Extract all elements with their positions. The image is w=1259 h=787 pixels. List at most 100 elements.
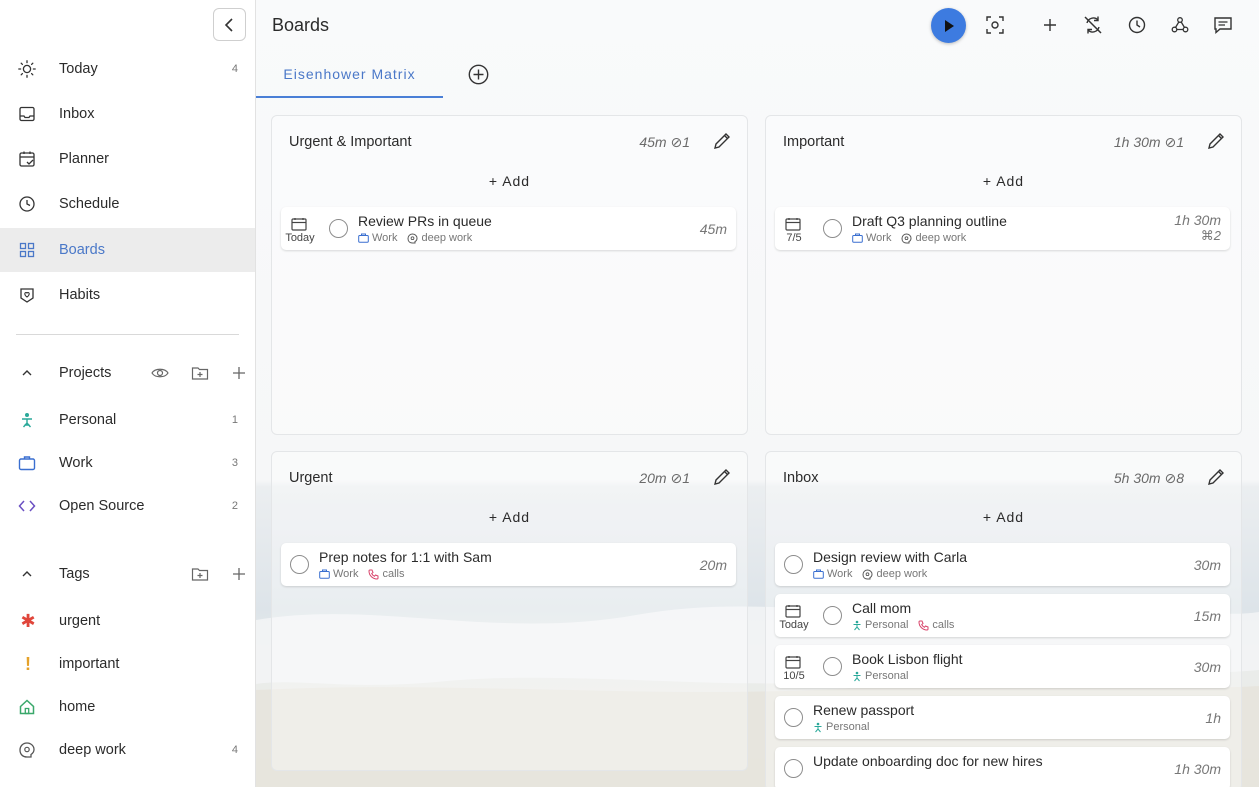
calendar-icon (785, 656, 801, 669)
task-date: 10/5 (783, 670, 805, 682)
task-checkbox[interactable] (329, 219, 348, 238)
tag-label: important (59, 656, 120, 672)
task-checkbox[interactable] (784, 555, 803, 574)
task-card[interactable]: Today Review PRs in queue Work deep work… (281, 207, 736, 250)
tag-home[interactable]: home (0, 685, 255, 729)
task-card[interactable]: Design review with Carla Work deep work … (775, 543, 1230, 586)
tag-deep-work[interactable]: deep work 4 (0, 728, 255, 772)
task-duration: 1h 30m (1174, 212, 1221, 228)
project-work[interactable]: Work 3 (0, 441, 255, 485)
nav-count: 4 (231, 63, 238, 75)
task-card[interactable]: Update onboarding doc for new hires 1h 3… (775, 747, 1230, 787)
task-tag: Personal (826, 721, 870, 733)
nav-label: Boards (59, 242, 105, 258)
nav-planner[interactable]: Planner (0, 137, 255, 181)
task-tag: Work (372, 232, 398, 244)
nav-boards[interactable]: Boards (0, 228, 255, 272)
quadrant-urgent: Urgent 20m ⊘1 + Add Prep notes for 1:1 w… (271, 451, 748, 771)
nav-schedule[interactable]: Schedule (0, 182, 255, 226)
task-title: Book Lisbon flight (852, 651, 963, 667)
sun-icon (18, 60, 36, 78)
task-tags: Personal (852, 670, 918, 682)
tag-count: 4 (231, 744, 238, 756)
sync-button[interactable] (1082, 14, 1104, 36)
collapse-sidebar-button[interactable] (213, 8, 246, 41)
project-personal[interactable]: Personal 1 (0, 398, 255, 442)
task-tags: Work calls (319, 568, 414, 580)
task-title: Prep notes for 1:1 with Sam (319, 549, 492, 565)
pencil-icon[interactable] (1206, 467, 1226, 487)
projects-title: Projects (59, 365, 112, 381)
add-board-button[interactable] (468, 64, 489, 85)
task-checkbox[interactable] (290, 555, 309, 574)
task-date: 7/5 (786, 232, 802, 244)
chevron-up-icon[interactable] (20, 567, 34, 581)
project-count: 3 (231, 457, 238, 469)
chevron-up-icon[interactable] (20, 366, 34, 380)
task-card[interactable]: Renew passport Personal 1h (775, 696, 1230, 739)
pencil-icon[interactable] (712, 467, 732, 487)
comments-button[interactable] (1212, 14, 1234, 36)
add-task-button[interactable]: + Add (272, 173, 747, 189)
task-tag: deep work (915, 232, 967, 244)
tags-title: Tags (59, 566, 90, 582)
task-checkbox[interactable] (784, 759, 803, 778)
task-duration: 1h (1205, 710, 1221, 726)
task-card[interactable]: 10/5 Book Lisbon flight Personal 30m (775, 645, 1230, 688)
eye-icon[interactable] (151, 364, 169, 382)
nav-label: Planner (59, 151, 109, 167)
project-open-source[interactable]: Open Source 2 (0, 484, 255, 528)
projects-section-header[interactable]: Projects (0, 358, 255, 388)
tag-important[interactable]: ! important (0, 642, 255, 686)
play-button[interactable] (931, 8, 966, 43)
quadrant-important: Important 1h 30m ⊘1 + Add 7/5 Draft Q3 p… (765, 115, 1242, 435)
pencil-icon[interactable] (1206, 131, 1226, 151)
task-card[interactable]: 7/5 Draft Q3 planning outline Work deep … (775, 207, 1230, 250)
task-title: Review PRs in queue (358, 213, 492, 229)
new-folder-icon[interactable] (191, 364, 209, 382)
integrations-button[interactable] (1169, 14, 1191, 36)
task-tag: Work (866, 232, 892, 244)
task-tag: deep work (421, 232, 473, 244)
nav-today[interactable]: Today 4 (0, 47, 255, 91)
add-task-button[interactable]: + Add (272, 509, 747, 525)
task-checkbox[interactable] (823, 657, 842, 676)
task-card[interactable]: Prep notes for 1:1 with Sam Work calls 2… (281, 543, 736, 586)
task-checkbox[interactable] (823, 219, 842, 238)
project-label: Work (59, 455, 93, 471)
habits-icon (20, 288, 34, 303)
new-folder-icon[interactable] (191, 565, 209, 583)
nav-label: Schedule (59, 196, 120, 212)
phone-icon (918, 620, 929, 631)
tab-eisenhower-matrix[interactable]: Eisenhower Matrix (256, 52, 443, 98)
quadrant-meta: 1h 30m ⊘1 (1113, 134, 1184, 150)
add-project-icon[interactable] (230, 364, 248, 382)
add-task-button[interactable]: + Add (766, 173, 1241, 189)
tags-section-header[interactable]: Tags (0, 559, 255, 589)
clock-icon (1128, 16, 1146, 34)
tag-urgent[interactable]: ✱ urgent (0, 599, 255, 643)
task-duration: 45m (699, 221, 727, 237)
task-tag: Personal (865, 619, 909, 631)
subtask-count: ⌘2 (1200, 228, 1221, 243)
person-icon (22, 413, 32, 428)
plus-icon (1044, 19, 1056, 31)
task-checkbox[interactable] (823, 606, 842, 625)
add-task-button[interactable]: + Add (766, 509, 1241, 525)
focus-button[interactable] (984, 14, 1006, 36)
nav-habits[interactable]: Habits (0, 273, 255, 317)
pencil-icon[interactable] (712, 131, 732, 151)
clock-icon (19, 196, 35, 212)
plus-circle-icon (468, 64, 489, 85)
add-task-button[interactable] (1039, 14, 1061, 36)
task-title: Renew passport (813, 702, 915, 718)
history-button[interactable] (1126, 14, 1148, 36)
add-tag-icon[interactable] (230, 565, 248, 583)
task-duration: 30m (1193, 659, 1221, 675)
page-title: Boards (272, 15, 330, 35)
nav-inbox[interactable]: Inbox (0, 92, 255, 136)
quadrant-title: Urgent & Important (289, 134, 412, 150)
task-checkbox[interactable] (784, 708, 803, 727)
task-card[interactable]: Today Call mom Personal calls 15m (775, 594, 1230, 637)
plus-icon: + (982, 173, 997, 189)
